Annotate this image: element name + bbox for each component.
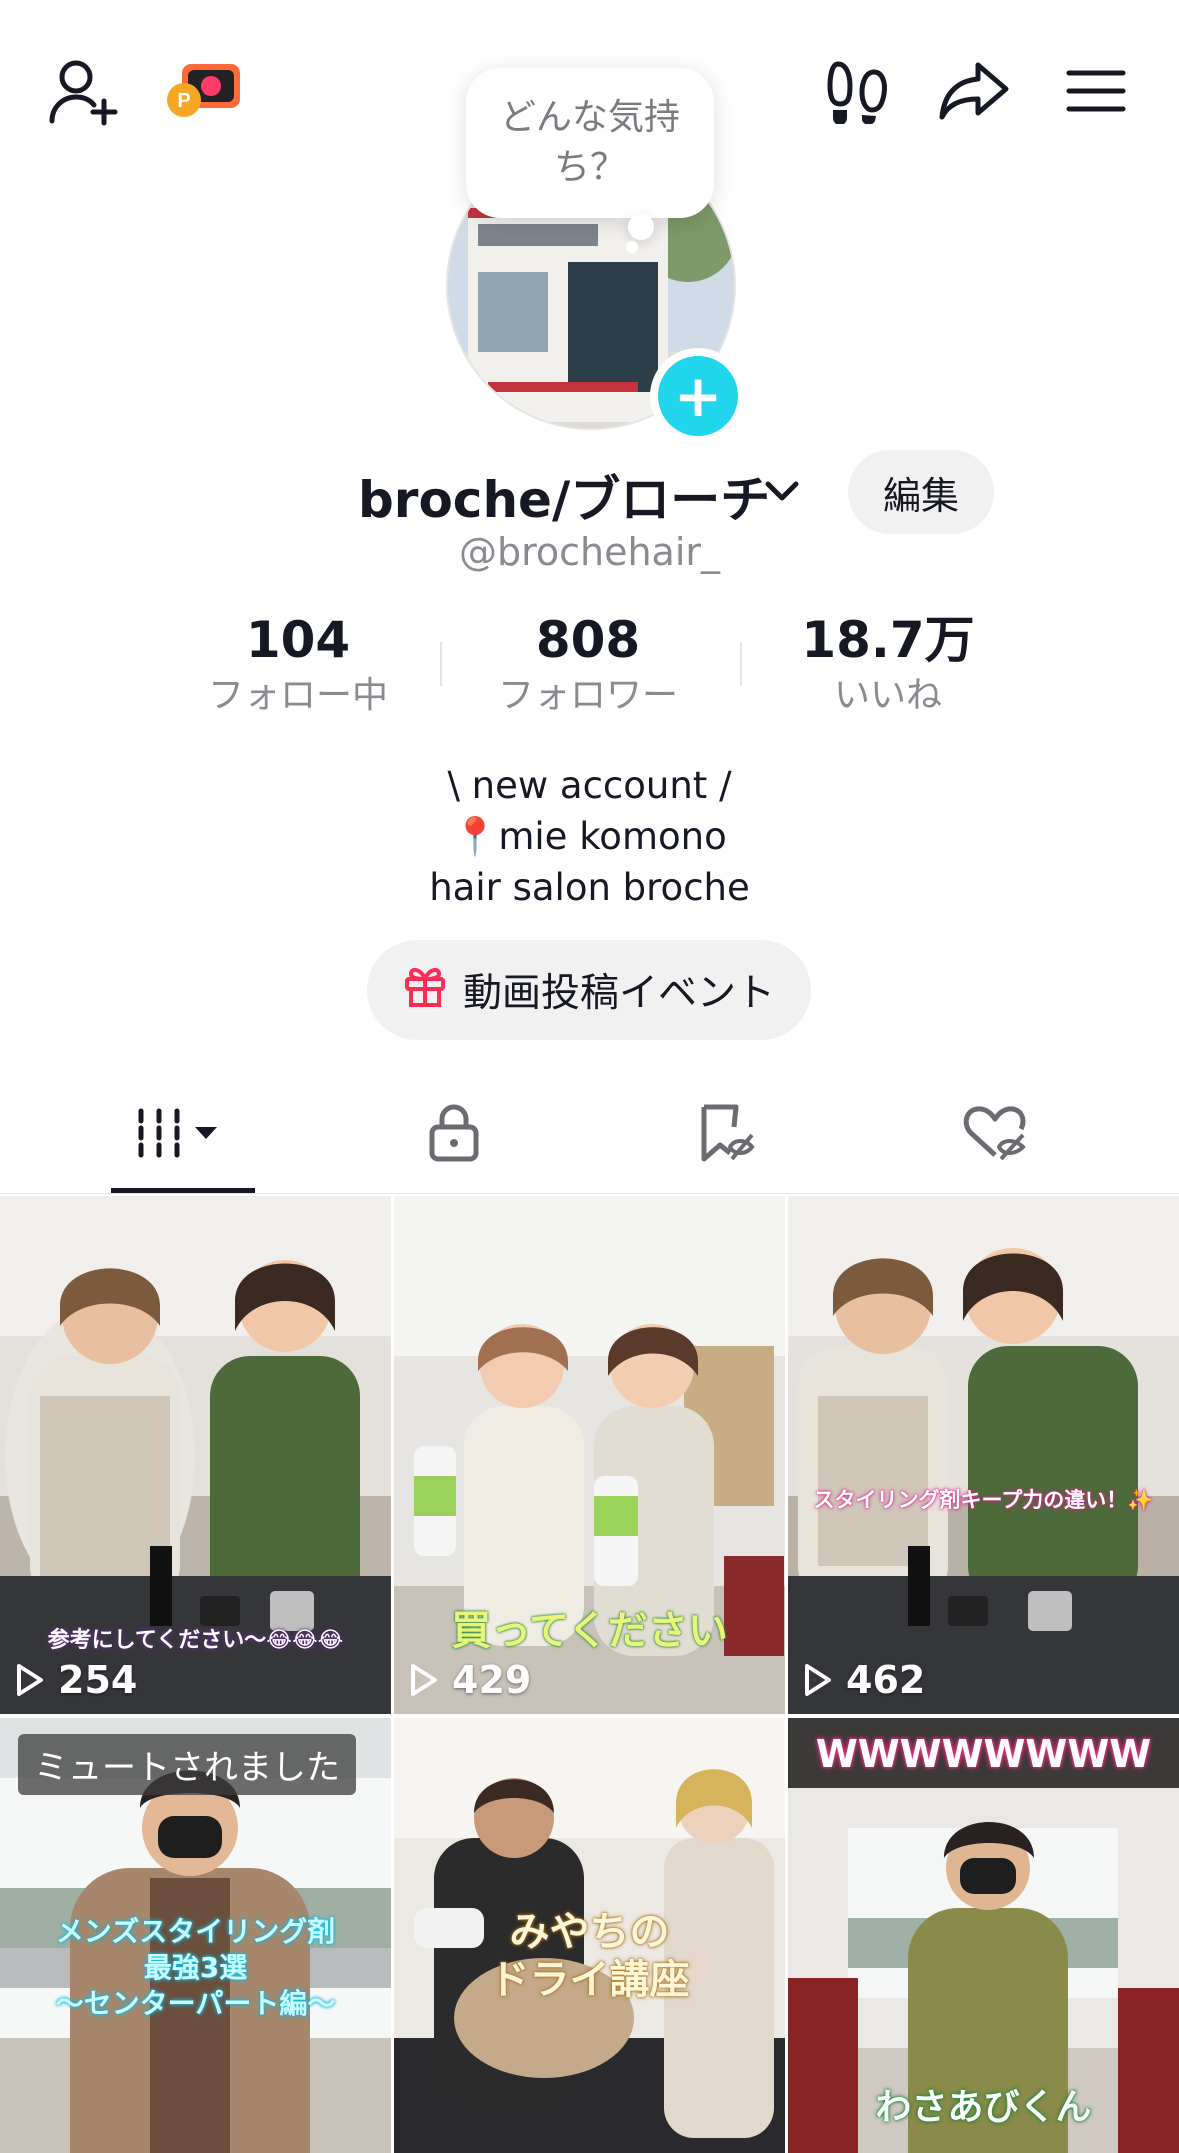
video-caption: わさあびくん — [875, 2087, 1092, 2128]
following-label: フォロー中 — [207, 675, 388, 716]
user-handle: @brochehair_ — [458, 530, 721, 574]
footprints-icon[interactable] — [818, 56, 898, 126]
muted-badge: ミュートされました — [18, 1734, 356, 1795]
lock-icon — [426, 1103, 482, 1167]
add-story-button[interactable]: + — [650, 348, 746, 444]
video-event-button[interactable]: 動画投稿イベント — [367, 940, 811, 1040]
video-tile[interactable]: 参考にしてください〜😂😂😂 254 — [0, 1196, 391, 1714]
menu-icon[interactable] — [1056, 56, 1136, 126]
tabs-divider — [0, 1193, 1179, 1194]
stat-followers[interactable]: 808 フォロワー — [438, 608, 738, 720]
followers-count: 808 — [535, 611, 641, 669]
videos-grid-icon — [135, 1105, 231, 1165]
video-tile[interactable]: みやちの ドライ講座 — [394, 1718, 785, 2153]
tab-saved[interactable] — [628, 1080, 828, 1190]
saved-hidden-icon — [696, 1103, 760, 1167]
view-count: 429 — [410, 1658, 531, 1702]
bio-line: hair salon broche — [429, 866, 750, 909]
likes-count: 18.7万 — [801, 611, 975, 669]
video-tile[interactable]: スタイリング剤キープ力の違い！✨ 462 — [788, 1196, 1179, 1714]
bio-line: 📍mie komono — [452, 815, 727, 858]
points-camera-icon[interactable]: P — [164, 56, 244, 126]
tab-videos[interactable] — [83, 1080, 283, 1190]
video-caption: スタイリング剤キープ力の違い！✨ — [813, 1488, 1154, 1512]
bubble-tail-dot — [626, 241, 638, 253]
video-caption: みやちの ドライ講座 — [489, 1909, 690, 2003]
video-caption: 買ってください — [451, 1608, 728, 1654]
profile-tabs — [0, 1080, 1179, 1194]
liked-hidden-icon — [961, 1103, 1031, 1167]
stat-likes[interactable]: 18.7万 いいね — [738, 608, 1038, 720]
likes-label: いいね — [833, 675, 942, 716]
tab-private[interactable] — [354, 1080, 554, 1190]
profile-stats: 104 フォロー中 808 フォロワー 18.7万 いいね — [148, 608, 1028, 720]
play-icon — [411, 1664, 437, 1696]
display-name[interactable]: broche/ブローチ — [358, 460, 770, 532]
video-caption: 参考にしてください〜😂😂😂 — [47, 1628, 344, 1653]
video-thumbnail — [788, 1196, 1179, 1714]
gift-icon — [403, 963, 447, 1017]
following-count: 104 — [245, 611, 351, 669]
name-row: broche/ブローチ 編集 — [0, 450, 1179, 534]
event-button-label: 動画投稿イベント — [462, 971, 775, 1016]
video-tile[interactable]: ミュートされました メンズスタイリング剤 最強3選 〜センターパート編〜 — [0, 1718, 391, 2153]
tab-liked[interactable] — [896, 1080, 1096, 1190]
chevron-down-icon[interactable] — [762, 472, 802, 516]
add-friend-icon[interactable] — [44, 52, 124, 132]
view-count-value: 462 — [846, 1658, 926, 1702]
view-count-value: 254 — [58, 1658, 138, 1702]
svg-text:P: P — [177, 90, 190, 112]
view-count: 254 — [16, 1658, 137, 1702]
mood-bubble[interactable]: どんな気持ち？ — [466, 68, 714, 218]
view-count: 462 — [804, 1658, 925, 1702]
stat-following[interactable]: 104 フォロー中 — [148, 608, 448, 720]
profile-bio: \ new account / 📍mie komono hair salon b… — [0, 760, 1179, 913]
play-icon — [17, 1664, 43, 1696]
video-caption-top: WWWWWWWW — [815, 1732, 1152, 1776]
view-count-value: 429 — [452, 1658, 532, 1702]
followers-label: フォロワー — [497, 675, 678, 716]
share-icon[interactable] — [934, 56, 1014, 126]
edit-profile-button[interactable]: 編集 — [848, 450, 994, 534]
video-grid: 参考にしてください〜😂😂😂 254 買ってください 429 スタイリング剤キープ… — [0, 1196, 1179, 2153]
video-tile[interactable]: WWWWWWWW わさあびくん — [788, 1718, 1179, 2153]
bubble-tail — [628, 214, 654, 240]
video-caption: メンズスタイリング剤 最強3選 〜センターパート編〜 — [55, 1915, 336, 2020]
bio-line: \ new account / — [447, 764, 732, 807]
play-icon — [805, 1664, 831, 1696]
video-tile[interactable]: 買ってください 429 — [394, 1196, 785, 1714]
